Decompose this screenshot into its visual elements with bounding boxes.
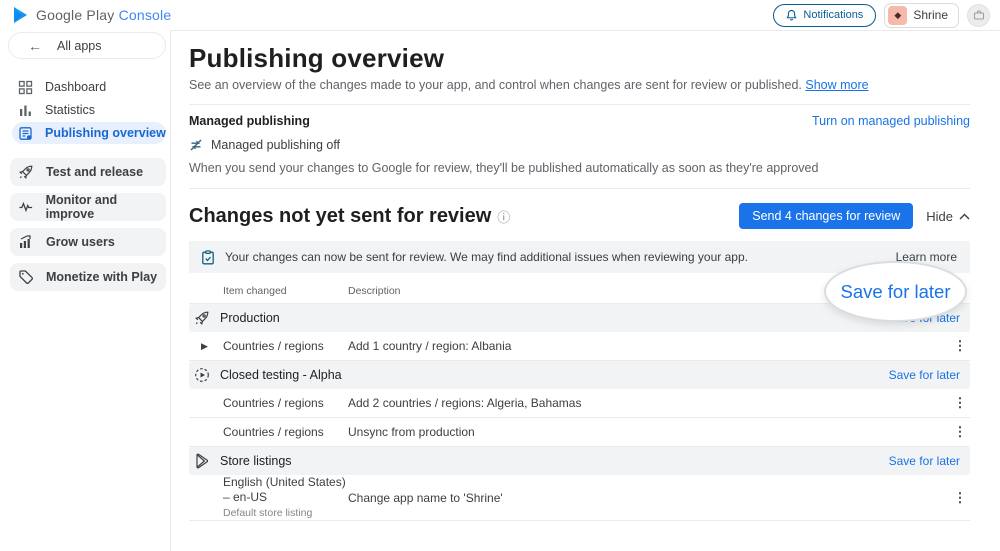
group-row-closed-testing: Closed testing - Alpha Save for later [189, 361, 970, 389]
notifications-button[interactable]: Notifications [773, 4, 876, 27]
managed-publishing-off-icon [189, 138, 203, 152]
managed-publishing-status: Managed publishing off [189, 138, 970, 152]
row-menu-button[interactable]: ⋮ [950, 338, 970, 354]
publishing-overview-icon [18, 126, 33, 141]
banner-text: Your changes can now be sent for review.… [225, 250, 748, 264]
back-to-all-apps[interactable]: ← All apps [8, 32, 166, 59]
send-changes-button[interactable]: Send 4 changes for review [739, 203, 913, 229]
tag-icon [18, 269, 34, 285]
group-row-store-listings: Store listings Save for later [189, 447, 970, 475]
info-icon[interactable]: ⓘ [497, 207, 510, 226]
sidebar-section-grow-users[interactable]: Grow users [10, 228, 166, 256]
changes-title: Changes not yet sent for review [189, 205, 491, 228]
bell-icon [786, 9, 797, 21]
topbar-actions: Notifications ◆ Shrine [773, 3, 990, 28]
briefcase-icon [973, 9, 985, 21]
sidebar: ← All apps Dashboard Statistics [0, 30, 170, 551]
shrine-app-icon: ◆ [888, 6, 907, 25]
play-triangle-icon [12, 6, 29, 24]
rocket-icon [194, 310, 210, 326]
divider [189, 188, 970, 189]
logo-text: Google Play Console [36, 7, 171, 23]
default-store-listing-label: Default store listing [223, 507, 348, 520]
row-menu-button[interactable]: ⋮ [950, 490, 970, 506]
save-for-later-magnifier[interactable]: Save for later [824, 261, 967, 322]
play-console-page: Google Play Console Notifications ◆ Shri… [0, 0, 1000, 551]
sidebar-sections: Test and release Monitor and improve Gro… [0, 158, 170, 291]
all-apps-label: All apps [57, 39, 101, 53]
sidebar-nav: Dashboard Statistics Publishing overview [0, 76, 170, 144]
google-play-console-logo[interactable]: Google Play Console [12, 6, 171, 24]
sidebar-section-monetize-with-play[interactable]: Monetize with Play [10, 263, 166, 291]
store-listing-icon [194, 453, 210, 469]
row-menu-button[interactable]: ⋮ [950, 424, 970, 440]
back-arrow-icon: ← [28, 39, 42, 53]
divider [189, 104, 970, 105]
app-name: Shrine [913, 8, 948, 22]
changes-actions: Send 4 changes for review Hide [739, 203, 970, 229]
top-bar: Google Play Console Notifications ◆ Shri… [0, 0, 1000, 30]
sidebar-item-dashboard[interactable]: Dashboard [12, 76, 166, 98]
changes-section-header: Changes not yet sent for review ⓘ Send 4… [189, 203, 970, 229]
show-more-link[interactable]: Show more [805, 78, 868, 92]
chevron-up-icon [959, 213, 970, 220]
dashboard-icon [18, 80, 33, 95]
closed-testing-icon [194, 367, 210, 383]
notifications-label: Notifications [803, 9, 863, 21]
save-for-later-link[interactable]: Save for later [889, 368, 960, 382]
table-row: Countries / regions Unsync from producti… [189, 418, 970, 447]
managed-publishing-title: Managed publishing [189, 114, 310, 128]
column-item-changed: Item changed [223, 285, 348, 303]
rocket-icon [18, 164, 34, 180]
sidebar-section-monitor-and-improve[interactable]: Monitor and improve [10, 193, 166, 221]
hide-toggle[interactable]: Hide [926, 209, 970, 224]
pulse-icon [18, 199, 34, 215]
table-row: ▶ Countries / regions Add 1 country / re… [189, 332, 970, 361]
managed-publishing-header: Managed publishing Turn on managed publi… [189, 114, 970, 128]
clipboard-check-icon [201, 250, 215, 265]
page-title: Publishing overview [189, 43, 970, 74]
expand-row-icon[interactable]: ▶ [189, 341, 208, 352]
sidebar-item-statistics[interactable]: Statistics [12, 99, 166, 121]
app-switcher-chip[interactable]: ◆ Shrine [884, 3, 959, 28]
changes-table: Item changed Description Production Save… [189, 285, 970, 521]
sidebar-item-publishing-overview[interactable]: Publishing overview [12, 122, 166, 144]
profile-avatar[interactable] [967, 4, 990, 27]
growth-chart-icon [18, 234, 34, 250]
table-row: Countries / regions Add 2 countries / re… [189, 389, 970, 418]
row-menu-button[interactable]: ⋮ [950, 395, 970, 411]
sidebar-section-test-and-release[interactable]: Test and release [10, 158, 166, 186]
save-for-later-link[interactable]: Save for later [889, 454, 960, 468]
turn-on-managed-publishing-link[interactable]: Turn on managed publishing [812, 114, 970, 128]
managed-publishing-description: When you send your changes to Google for… [189, 161, 970, 175]
table-row: English (United States) – en-US Default … [189, 475, 970, 521]
page-subtitle: See an overview of the changes made to y… [189, 78, 970, 92]
statistics-icon [18, 103, 33, 118]
